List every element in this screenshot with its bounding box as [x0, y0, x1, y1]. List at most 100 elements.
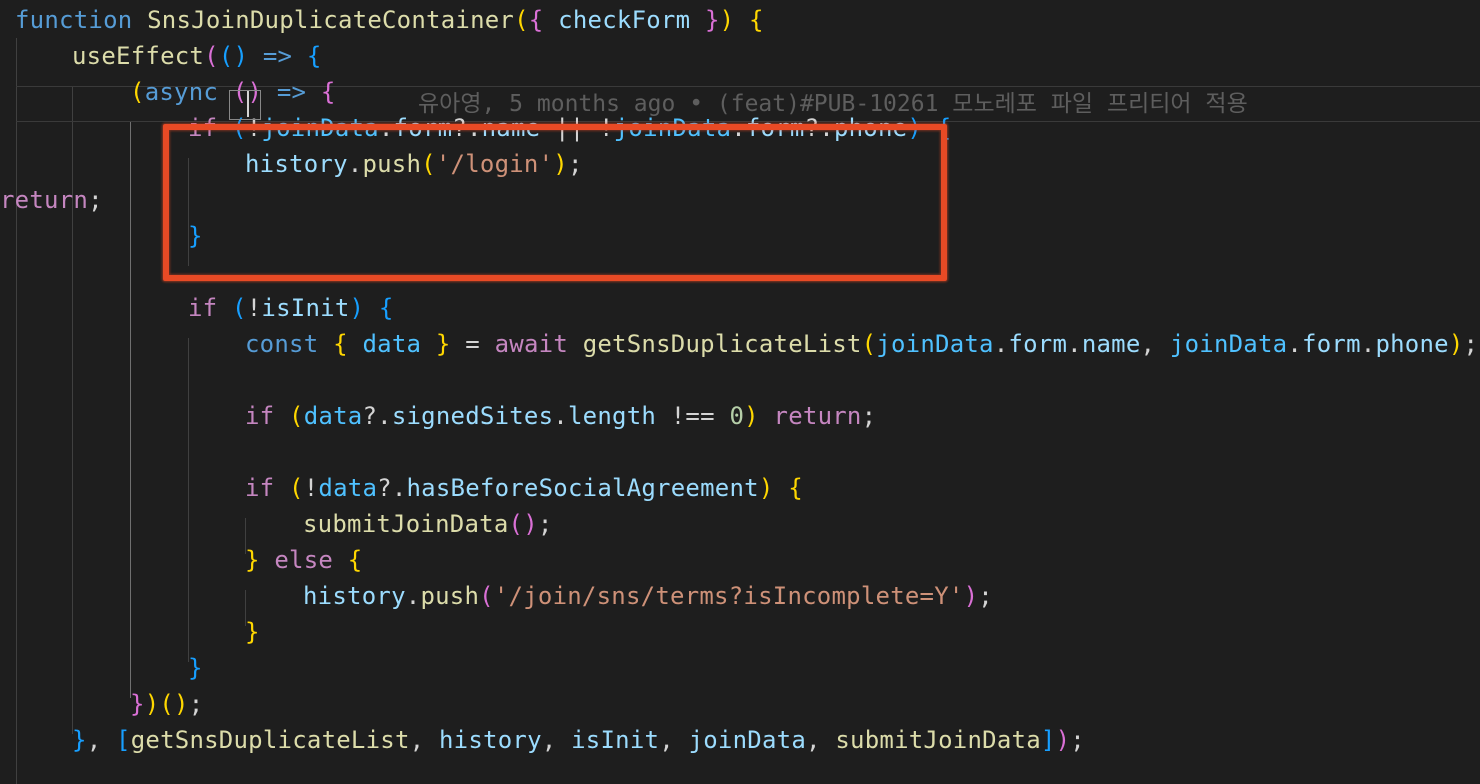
code-token: if	[245, 474, 275, 502]
code-line[interactable]: }	[188, 650, 203, 686]
code-token: {	[749, 6, 764, 34]
code-token: length	[567, 402, 657, 430]
code-token: .	[1287, 330, 1303, 358]
code-token: .	[553, 402, 568, 430]
code-line[interactable]: function SnsJoinDuplicateContainer({ che…	[15, 2, 764, 38]
code-token: }	[704, 6, 720, 34]
code-editor[interactable]: function SnsJoinDuplicateContainer({ che…	[0, 0, 1480, 784]
code-token: {	[333, 330, 348, 358]
code-token: )	[1055, 726, 1071, 754]
code-line[interactable]: if (!data?.hasBeforeSocialAgreement) {	[245, 470, 803, 506]
code-line[interactable]: } else {	[245, 542, 362, 578]
code-token: .	[347, 150, 363, 178]
code-token: }	[72, 726, 87, 754]
code-token: history	[245, 150, 348, 178]
code-token: if	[245, 402, 275, 430]
code-line[interactable]: return;	[0, 182, 103, 218]
code-line[interactable]: if (!isInit) {	[188, 290, 394, 326]
code-line[interactable]: if (data?.signedSites.length !== 0) retu…	[245, 398, 876, 434]
code-token: form	[1008, 330, 1068, 358]
code-line[interactable]: history.push('/login');	[245, 146, 583, 182]
indent-guide	[188, 338, 189, 662]
code-token: await	[494, 330, 569, 358]
code-token: ;	[1463, 330, 1479, 358]
code-token: data	[303, 402, 363, 430]
code-token: ()	[508, 510, 538, 538]
code-token: joinData	[876, 330, 994, 358]
code-token: ;	[978, 582, 993, 610]
text-cursor	[247, 91, 249, 117]
code-token: ,	[86, 726, 117, 754]
code-token: isInit	[571, 726, 660, 754]
code-token: .	[405, 582, 421, 610]
code-token: isInit	[261, 294, 350, 322]
code-token: getSnsDuplicateList	[582, 330, 862, 358]
code-token: form	[1302, 330, 1361, 358]
code-token: ,	[659, 726, 689, 754]
code-line[interactable]: }, [getSnsDuplicateList, history, isInit…	[72, 722, 1085, 758]
code-line[interactable]: history.push('/join/sns/terms?isIncomple…	[303, 578, 993, 614]
code-token: .	[1067, 330, 1082, 358]
code-token: ,	[541, 726, 572, 754]
code-token: !	[303, 474, 319, 502]
code-line[interactable]: useEffect(() => {	[72, 38, 322, 74]
code-token: }	[245, 618, 260, 646]
code-token: (	[130, 78, 145, 106]
code-token: else	[274, 546, 334, 574]
code-token: ;	[567, 150, 583, 178]
code-token: (	[421, 150, 436, 178]
code-token: }	[188, 654, 203, 682]
code-token: data	[362, 330, 422, 358]
code-token: (	[514, 6, 529, 34]
code-token: 0	[729, 402, 745, 430]
code-token: push	[420, 582, 480, 610]
code-token: ()	[218, 42, 249, 70]
code-token: ;	[861, 402, 877, 430]
code-token: {	[378, 294, 394, 322]
code-line[interactable]: const { data } = await getSnsDuplicateLi…	[245, 326, 1478, 362]
code-token: (	[289, 474, 304, 502]
code-line[interactable]: submitJoinData();	[303, 506, 553, 542]
code-token: push	[362, 150, 422, 178]
code-token: return	[0, 186, 89, 214]
code-token: ,	[806, 726, 836, 754]
code-token: )	[719, 6, 735, 34]
code-token: '/login'	[435, 150, 554, 178]
code-token: !	[246, 294, 262, 322]
code-token: )	[349, 294, 365, 322]
code-token: checkForm	[558, 6, 691, 34]
code-token: (	[479, 582, 494, 610]
code-token: function	[15, 6, 148, 34]
code-token: if	[188, 294, 218, 322]
code-token: name	[1081, 330, 1141, 358]
code-token: }	[245, 546, 260, 574]
code-token: ;	[1070, 726, 1085, 754]
code-token: ?.	[377, 474, 407, 502]
code-token: return	[773, 402, 862, 430]
code-token: (	[289, 402, 304, 430]
code-token: {	[528, 6, 544, 34]
code-token: )	[1448, 330, 1464, 358]
code-token: hasBeforeSocialAgreement	[406, 474, 759, 502]
code-line[interactable]: }	[188, 218, 203, 254]
code-line[interactable]: }	[245, 614, 260, 650]
code-token: )	[758, 474, 774, 502]
code-token: )	[553, 150, 568, 178]
git-blame-annotation: 유아영, 5 months ago • (feat)#PUB-10261 모노레…	[418, 91, 1248, 117]
code-token: !==	[656, 402, 730, 430]
code-token: ;	[188, 690, 204, 718]
code-token: .	[1360, 330, 1376, 358]
code-token: {	[320, 78, 336, 106]
code-token: phone	[1375, 330, 1449, 358]
code-line[interactable]: })();	[130, 686, 203, 722]
code-token: joinData	[1169, 330, 1288, 358]
